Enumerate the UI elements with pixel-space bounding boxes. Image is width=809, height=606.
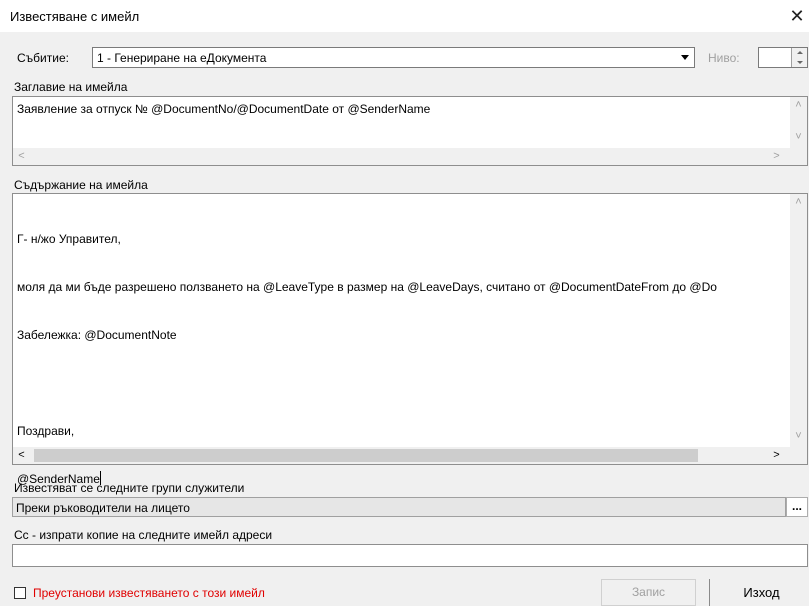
- event-select[interactable]: 1 - Генериране на еДокумента: [92, 47, 695, 68]
- body-line: моля да ми бъде разрешено ползването на …: [17, 280, 717, 294]
- stepper-up-icon[interactable]: [791, 48, 807, 57]
- event-select-value: 1 - Генериране на еДокумента: [97, 51, 267, 65]
- groups-label: Известяват се следните групи служители: [14, 481, 245, 495]
- close-icon[interactable]: ✕: [787, 6, 807, 26]
- level-stepper[interactable]: [758, 47, 808, 68]
- scroll-right-icon[interactable]: >: [768, 148, 785, 165]
- body-label: Съдържание на имейла: [14, 178, 148, 192]
- level-label: Ниво:: [708, 51, 740, 65]
- subject-textarea[interactable]: Заявление за отпуск № @DocumentNo/@Docum…: [12, 96, 808, 166]
- subject-label: Заглавие на имейла: [14, 80, 128, 94]
- cc-label: Сс - изпрати копие на следните имейл адр…: [14, 528, 273, 542]
- stepper-down-icon[interactable]: [791, 57, 807, 67]
- scroll-right-icon[interactable]: >: [768, 447, 785, 464]
- body-line: Поздрави,: [17, 424, 75, 438]
- groups-field: Преки ръководители на лицето: [12, 497, 786, 517]
- scroll-down-icon[interactable]: ˅: [790, 428, 807, 445]
- body-textarea[interactable]: Г- н/жо Управител, моля да ми бъде разре…: [12, 193, 808, 486]
- subject-text: Заявление за отпуск № @DocumentNo/@Docum…: [17, 102, 431, 116]
- subject-horizontal-scrollbar[interactable]: < >: [13, 148, 807, 165]
- title-bar: Известяване с имейл ✕: [0, 0, 809, 32]
- save-button[interactable]: Запис: [601, 579, 696, 606]
- scrollbar-thumb[interactable]: [34, 449, 698, 462]
- body-text: Г- н/жо Управител, моля да ми бъде разре…: [17, 199, 785, 519]
- subject-vertical-scrollbar[interactable]: ˄ ˅: [790, 97, 807, 148]
- event-label: Събитие:: [17, 51, 69, 65]
- window-title: Известяване с имейл: [10, 9, 140, 24]
- exit-button[interactable]: Изход: [714, 579, 809, 606]
- body-line: [17, 375, 785, 391]
- body-vertical-scrollbar[interactable]: ˄ ˅: [790, 194, 807, 447]
- stop-notify-checkbox[interactable]: [14, 587, 26, 599]
- cc-input[interactable]: [12, 544, 808, 567]
- scroll-left-icon[interactable]: <: [13, 148, 30, 165]
- chevron-down-icon[interactable]: [676, 49, 693, 66]
- scroll-down-icon[interactable]: ˅: [790, 129, 807, 146]
- groups-value: Преки ръководители на лицето: [16, 501, 190, 515]
- scroll-up-icon[interactable]: ˄: [790, 97, 807, 114]
- browse-groups-button[interactable]: ...: [786, 497, 808, 517]
- button-divider: [709, 579, 710, 606]
- stop-notify-label[interactable]: Преустанови известяването с този имейл: [33, 586, 265, 600]
- body-horizontal-scrollbar[interactable]: < >: [13, 447, 807, 464]
- scroll-left-icon[interactable]: <: [13, 447, 30, 464]
- body-line: Г- н/жо Управител,: [17, 232, 121, 246]
- body-line: Забележка: @DocumentNote: [17, 328, 177, 342]
- scroll-up-icon[interactable]: ˄: [790, 194, 807, 211]
